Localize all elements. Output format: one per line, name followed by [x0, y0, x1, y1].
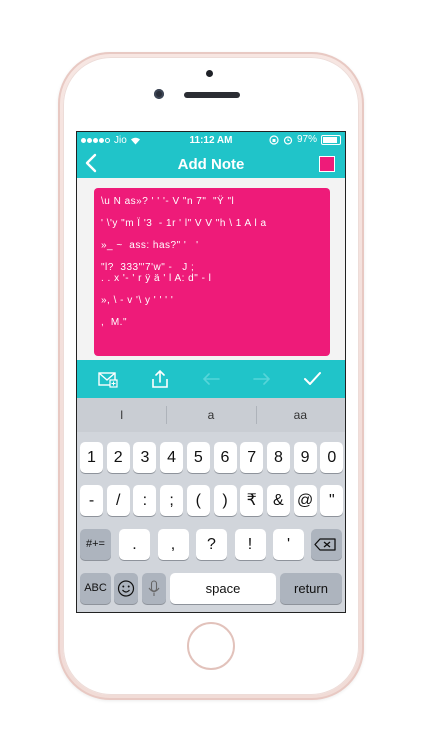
key[interactable]: 2	[106, 442, 130, 473]
microphone-icon[interactable]	[142, 573, 166, 604]
battery-icon	[321, 134, 341, 145]
key[interactable]: 3	[133, 442, 157, 473]
suggestion-bar: l a aa	[77, 398, 345, 432]
space-key[interactable]: space	[170, 573, 276, 604]
note-textarea[interactable]: \u N as»? ' ' '- V "n 7" "Ÿ "l ' \'y "m Ï…	[94, 188, 330, 356]
note-toolbar	[77, 360, 345, 398]
proximity-sensor	[206, 70, 213, 77]
key[interactable]: .	[119, 529, 150, 560]
status-bar: Jio 11:12 AM 97%	[77, 132, 345, 150]
key[interactable]: ;	[160, 485, 184, 516]
note-line	[101, 284, 267, 295]
key[interactable]: ,	[157, 529, 189, 560]
note-line	[101, 306, 267, 317]
note-area: \u N as»? ' ' '- V "n 7" "Ÿ "l ' \'y "m Ï…	[77, 178, 345, 360]
abc-key[interactable]: ABC	[80, 573, 111, 604]
note-line	[101, 229, 267, 240]
battery-percent: 97%	[296, 134, 317, 145]
key[interactable]: 4	[160, 442, 184, 473]
key[interactable]: !	[234, 529, 266, 560]
note-line: , M."	[101, 317, 127, 328]
note-line: "l? 333"'7'w" - J ;	[101, 262, 195, 273]
note-line: \u N as»? ' ' '- V "n 7" "Ÿ "l	[101, 196, 235, 207]
delete-icon[interactable]	[311, 529, 342, 560]
note-line	[101, 251, 267, 262]
keyboard-row-numbers: 1234567890	[77, 442, 345, 473]
front-camera	[154, 89, 164, 99]
note-line	[101, 207, 267, 218]
alarm-icon	[283, 135, 293, 145]
key[interactable]: &	[266, 485, 290, 516]
redo-icon[interactable]	[251, 368, 273, 390]
key[interactable]: :	[133, 485, 157, 516]
key[interactable]: 5	[186, 442, 210, 473]
shift-symbols-key[interactable]: #+=	[80, 529, 111, 560]
note-line: »_ ~ ass: has?" ' '	[101, 240, 199, 251]
key[interactable]: )	[213, 485, 237, 516]
status-right: 97%	[269, 134, 341, 145]
note-text: \u N as»? ' ' '- V "n 7" "Ÿ "l ' \'y "m Ï…	[101, 196, 267, 328]
key[interactable]: 8	[266, 442, 290, 473]
keyboard-row-symbols: - /:;() ₹ & @ "	[77, 485, 345, 516]
suggestion-2[interactable]: a	[166, 398, 255, 432]
page-title: Add Note	[177, 156, 245, 173]
keyboard-row-bottom: ABC space return	[77, 573, 345, 604]
key[interactable]: -	[80, 485, 103, 516]
earpiece-speaker	[184, 92, 240, 98]
note-line: », \ - v '\ y ' ' ' '	[101, 295, 174, 306]
emoji-icon[interactable]	[114, 573, 138, 604]
email-icon[interactable]	[97, 368, 119, 390]
return-key[interactable]: return	[280, 573, 342, 604]
keyboard: l a aa 1234567890 - /:;() ₹ & @ " #+= .,?! ' A…	[77, 398, 345, 612]
note-line: . . x '- ' r ÿ ä ' l A: d" - l	[101, 273, 212, 284]
note-line: ' \'y "m Ï '3 - 1r ' l" V V "h \ 1 A l a	[101, 218, 267, 229]
key[interactable]: (	[186, 485, 210, 516]
rotation-lock-icon	[269, 134, 279, 145]
key[interactable]: '	[273, 529, 304, 560]
suggestion-1[interactable]: l	[77, 398, 166, 432]
battery-fill	[323, 136, 337, 143]
key[interactable]: "	[320, 485, 344, 516]
key[interactable]: 0	[320, 442, 344, 473]
share-icon[interactable]	[149, 368, 171, 390]
check-icon[interactable]	[301, 368, 323, 390]
suggestion-3[interactable]: aa	[255, 398, 345, 432]
nav-bar: Add Note	[77, 150, 345, 178]
screen: Jio 11:12 AM 97% Add Note \u N as»? ' ' …	[76, 131, 346, 613]
key[interactable]: ₹	[240, 485, 264, 516]
keyboard-row-punctuation: #+= .,?! '	[77, 529, 345, 560]
key[interactable]: 7	[240, 442, 264, 473]
home-button[interactable]	[187, 622, 235, 670]
key[interactable]: 9	[293, 442, 317, 473]
key[interactable]: @	[293, 485, 317, 516]
key[interactable]: 1	[80, 442, 103, 473]
key[interactable]: ?	[196, 529, 227, 560]
key[interactable]: /	[106, 485, 130, 516]
undo-icon[interactable]	[200, 368, 222, 390]
key[interactable]: 6	[213, 442, 237, 473]
note-color-button[interactable]	[319, 156, 335, 172]
